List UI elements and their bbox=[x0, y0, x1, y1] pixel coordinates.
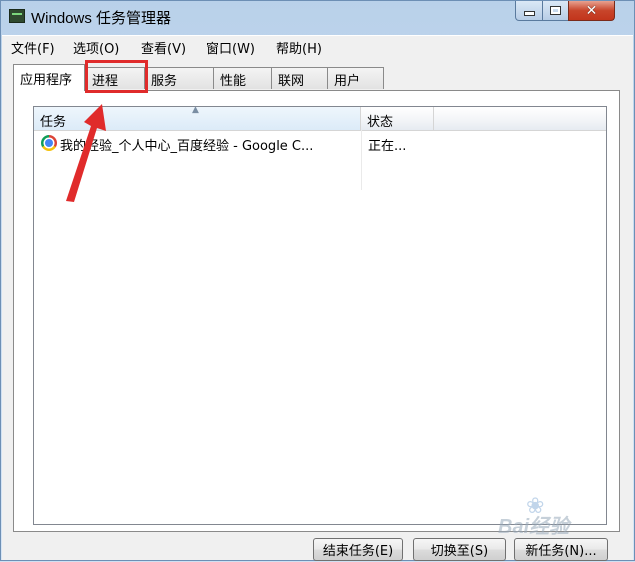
arrow-icon bbox=[66, 104, 106, 202]
task-manager-window: Windows 任务管理器 ✕ 文件(F) 选项(O) 查看(V) 窗口(W) … bbox=[0, 0, 635, 561]
annotation-arrow bbox=[66, 104, 106, 202]
